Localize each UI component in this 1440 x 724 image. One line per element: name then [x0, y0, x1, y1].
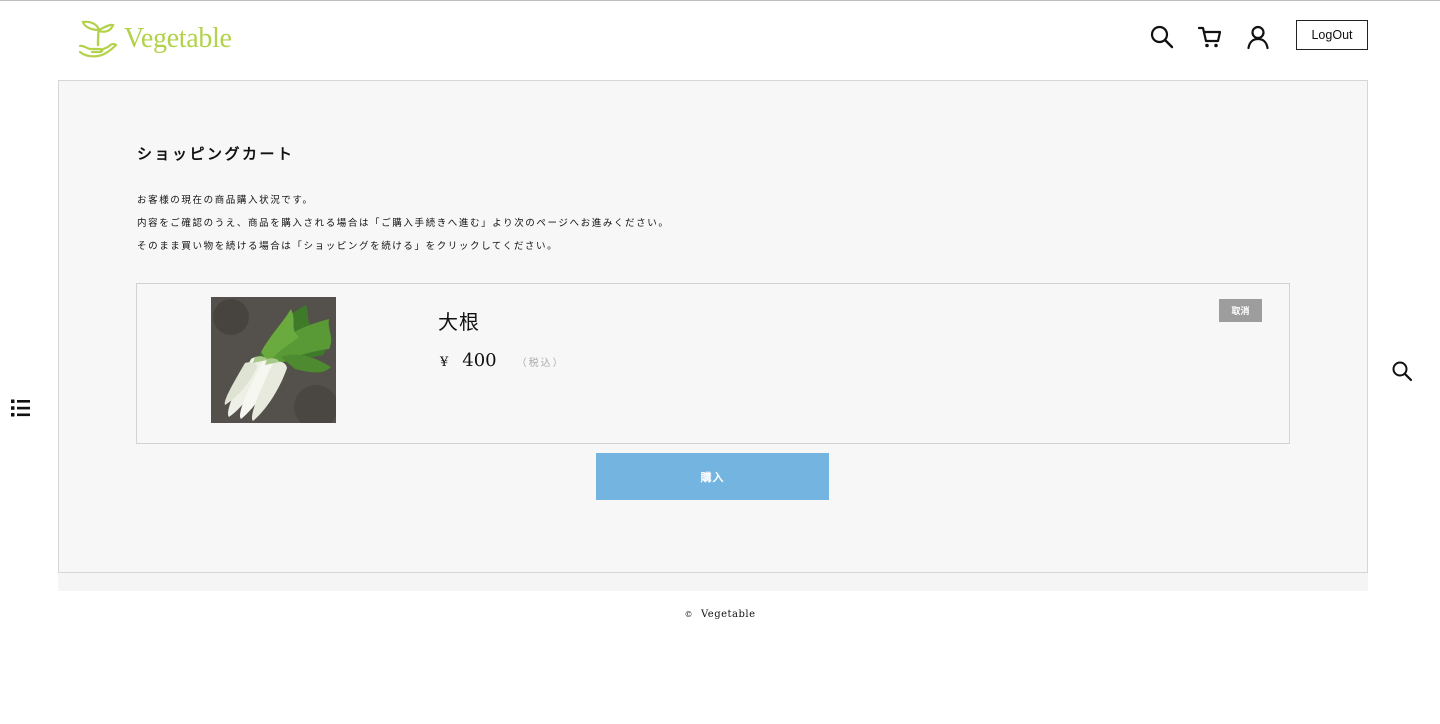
footer-text: Vegetable: [700, 609, 756, 620]
currency-symbol: ¥: [440, 355, 449, 370]
cancel-button[interactable]: 取消: [1219, 299, 1262, 322]
cart-description-line: お客様の現在の商品購入状況です。: [137, 195, 314, 206]
page-title: ショッピングカート: [137, 145, 295, 163]
side-search-icon[interactable]: [1391, 360, 1413, 382]
logo-text: Vegetable: [124, 23, 232, 54]
panel-bottom-strip: [58, 573, 1368, 591]
user-icon[interactable]: [1245, 24, 1271, 50]
cart-panel: ショッピングカート お客様の現在の商品購入状況です。 内容をご確認のうえ、商品を…: [58, 80, 1368, 573]
copyright-symbol: ©: [684, 610, 693, 619]
cart-item: 大根 ¥ 400 （税込） 取消: [136, 283, 1290, 444]
site-logo[interactable]: Vegetable: [78, 19, 232, 59]
price-row: ¥ 400 （税込）: [440, 350, 565, 371]
sprout-hand-icon: [78, 20, 118, 58]
list-icon[interactable]: [11, 398, 31, 418]
logout-button[interactable]: LogOut: [1296, 20, 1368, 50]
daikon-photo: [211, 297, 336, 423]
cart-description-line: 内容をご確認のうえ、商品を購入される場合は「ご購入手続きへ進む」より次のページへ…: [137, 218, 670, 229]
cart-description-line: そのまま買い物を続ける場合は「ショッピングを続ける」をクリックしてください。: [137, 241, 559, 252]
search-icon[interactable]: [1149, 24, 1175, 50]
buy-button[interactable]: 購入: [596, 453, 829, 500]
item-name: 大根: [438, 310, 480, 334]
tax-note: （税込）: [516, 358, 565, 369]
item-price: 400: [462, 350, 497, 371]
cart-icon[interactable]: [1197, 24, 1223, 50]
footer: © Vegetable: [0, 609, 1440, 620]
